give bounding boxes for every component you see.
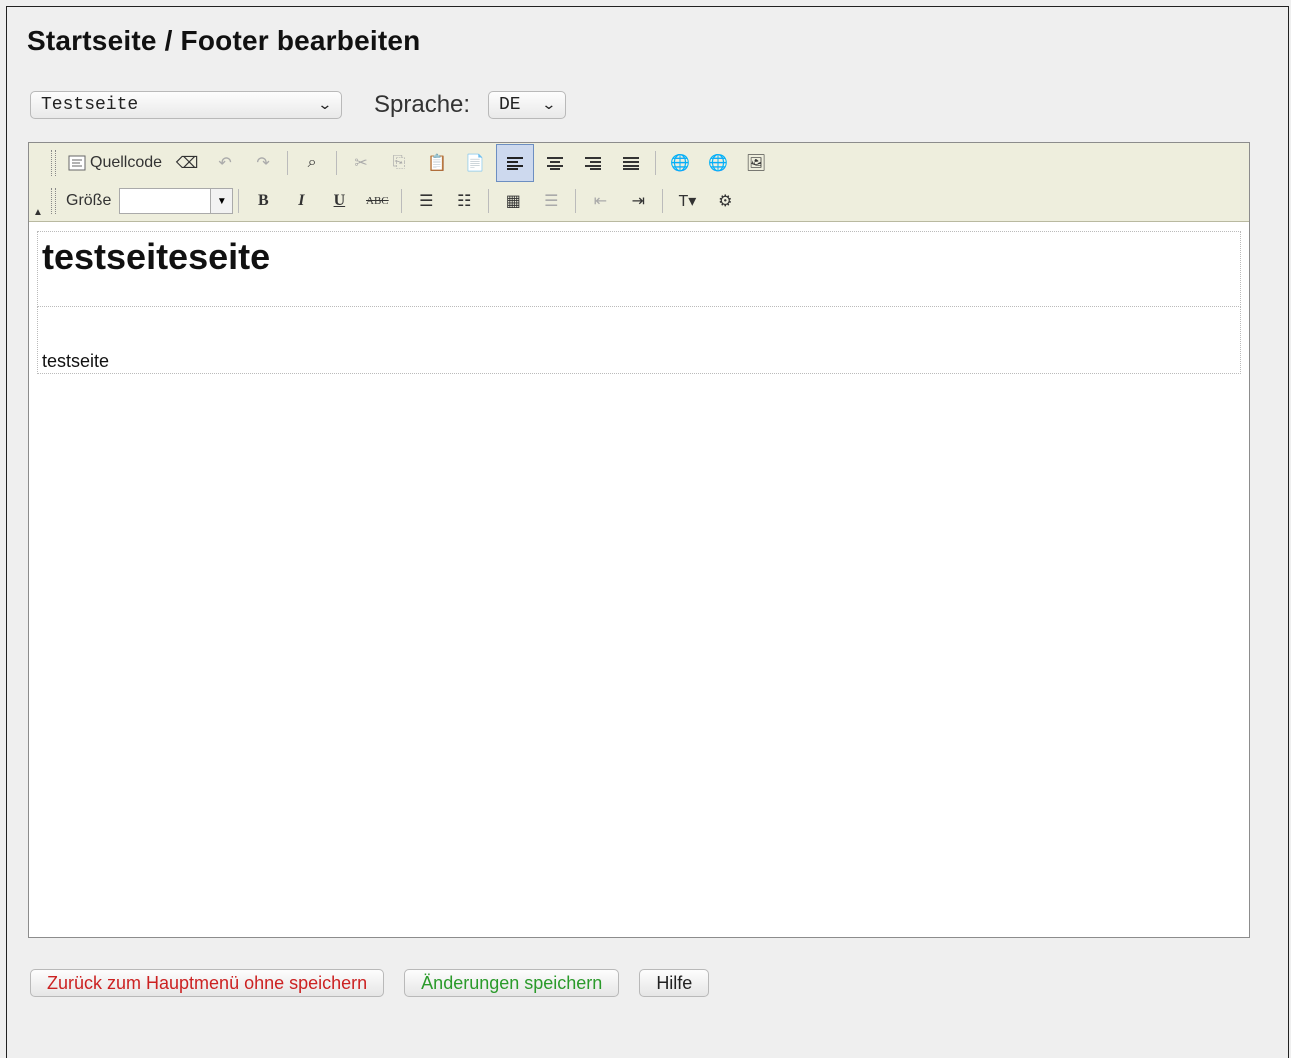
- link-icon[interactable]: 🌐: [667, 150, 693, 176]
- cut-icon[interactable]: ✂: [348, 150, 374, 176]
- image-icon[interactable]: 🖼: [743, 150, 769, 176]
- toolbar-separator: [662, 189, 664, 213]
- toolbar-row-2: Größe ▼ B I U ABC ☰ ☷ ▦ ☰ ⇤ ⇥ T▾ ⚙: [51, 185, 744, 217]
- language-label: Sprache:: [374, 91, 471, 118]
- chevron-down-icon: ⌄: [541, 97, 557, 113]
- editor-content[interactable]: testseiteseite testseite: [37, 231, 1241, 374]
- align-justify-icon[interactable]: [618, 150, 644, 176]
- undo-icon[interactable]: ↶: [212, 150, 238, 176]
- language-select-value: DE: [499, 95, 521, 115]
- bold-button[interactable]: B: [250, 188, 276, 214]
- text-color-icon[interactable]: T▾: [674, 188, 700, 214]
- content-paragraph: testseite: [42, 351, 110, 371]
- toolbar-separator: [238, 189, 240, 213]
- unlink-icon[interactable]: 🌐: [705, 150, 731, 176]
- italic-button[interactable]: I: [288, 188, 314, 214]
- back-without-saving-button[interactable]: Zurück zum Hauptmenü ohne speichern: [30, 969, 385, 997]
- page-frame: Startseite / Footer bearbeiten Testseite…: [6, 6, 1289, 1058]
- page-select[interactable]: Testseite ⌄: [30, 91, 342, 119]
- copy-icon[interactable]: ⎘: [386, 150, 412, 176]
- toolbar-separator: [488, 189, 490, 213]
- page-select-value: Testseite: [41, 95, 139, 115]
- action-bar: Zurück zum Hauptmenü ohne speichern Ände…: [30, 969, 710, 997]
- toolbar-separator: [336, 151, 338, 175]
- source-label: Quellcode: [90, 154, 163, 171]
- source-button[interactable]: Quellcode: [68, 150, 162, 176]
- size-label: Größe: [66, 192, 112, 209]
- underline-button[interactable]: U: [326, 188, 352, 214]
- editor-toolbar: ▲ Quellcode ⌫ ↶ ↷ ⌕ ✂ ⎘ 📋 📄 🌐 🌐 🖼 Größe …: [29, 143, 1249, 222]
- content-cell: testseiteseite: [37, 231, 1241, 307]
- plugin-icon[interactable]: ⚙: [712, 188, 738, 214]
- size-input[interactable]: [119, 188, 212, 214]
- table-properties-icon[interactable]: ☰: [538, 188, 564, 214]
- indent-icon[interactable]: ⇥: [625, 188, 651, 214]
- collapse-toolbar-icon[interactable]: ▲: [33, 207, 43, 218]
- content-heading: testseiteseite: [42, 236, 271, 277]
- toolbar-row-1: Quellcode ⌫ ↶ ↷ ⌕ ✂ ⎘ 📋 📄 🌐 🌐 🖼: [51, 144, 775, 182]
- toolbar-grip: [51, 188, 56, 214]
- toolbar-separator: [401, 189, 403, 213]
- size-dropdown-icon[interactable]: ▼: [211, 188, 234, 214]
- save-changes-button[interactable]: Änderungen speichern: [404, 969, 620, 997]
- language-select[interactable]: DE ⌄: [488, 91, 566, 119]
- paste-word-icon[interactable]: 📄: [462, 150, 488, 176]
- toolbar-separator: [287, 151, 289, 175]
- toolbar-separator: [655, 151, 657, 175]
- outdent-icon[interactable]: ⇤: [587, 188, 613, 214]
- bullet-list-icon[interactable]: ☷: [451, 188, 477, 214]
- page-title: Startseite / Footer bearbeiten: [27, 25, 421, 56]
- align-right-icon[interactable]: [580, 150, 606, 176]
- chevron-down-icon: ⌄: [317, 97, 333, 113]
- table-icon[interactable]: ▦: [500, 188, 526, 214]
- help-button[interactable]: Hilfe: [639, 969, 710, 997]
- find-icon[interactable]: ⌕: [299, 150, 325, 176]
- toolbar-grip: [51, 150, 56, 176]
- paste-icon[interactable]: 📋: [424, 150, 450, 176]
- numbered-list-icon[interactable]: ☰: [413, 188, 439, 214]
- toolbar-separator: [575, 189, 577, 213]
- content-cell: testseite: [37, 306, 1241, 374]
- source-icon: [68, 155, 86, 171]
- redo-icon[interactable]: ↷: [250, 150, 276, 176]
- align-center-icon[interactable]: [542, 150, 568, 176]
- eraser-icon[interactable]: ⌫: [174, 150, 200, 176]
- align-left-icon[interactable]: [496, 144, 535, 182]
- strikethrough-button[interactable]: ABC: [364, 188, 390, 214]
- rich-text-editor: ▲ Quellcode ⌫ ↶ ↷ ⌕ ✂ ⎘ 📋 📄 🌐 🌐 🖼 Größe …: [28, 142, 1250, 938]
